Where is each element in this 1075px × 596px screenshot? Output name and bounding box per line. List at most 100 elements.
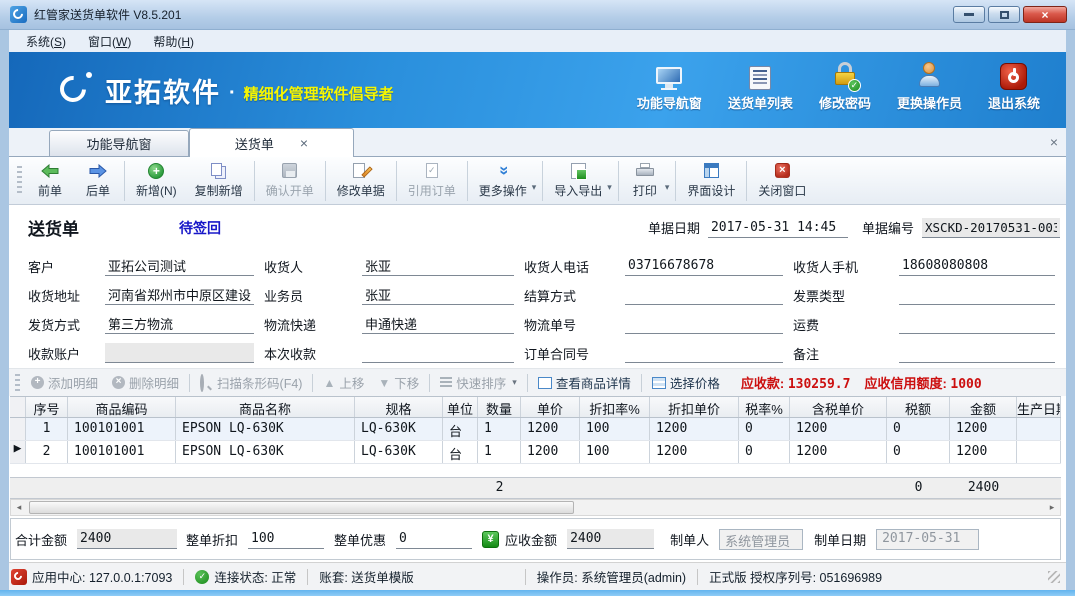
- tracking-no-field[interactable]: [625, 314, 783, 334]
- sort-icon: [440, 377, 452, 389]
- document-title: 送货单: [28, 215, 79, 240]
- import-export-button[interactable]: 导入导出: [545, 159, 611, 202]
- contract-no-field[interactable]: [625, 343, 783, 363]
- col-header[interactable]: 税额: [887, 397, 950, 417]
- view-product-detail-button[interactable]: 查看商品详情: [531, 373, 638, 392]
- salesman-field[interactable]: [362, 285, 514, 305]
- magnifier-icon: [200, 376, 213, 389]
- arrow-right-icon: [89, 162, 107, 179]
- nav-switch-operator[interactable]: 更换操作员: [897, 60, 962, 112]
- invoice-type-field[interactable]: [899, 285, 1055, 305]
- col-header[interactable]: 商品名称: [176, 397, 355, 417]
- nav-change-password[interactable]: ✓ 修改密码: [819, 60, 871, 112]
- receiving-account-field: [105, 343, 254, 363]
- ui-design-button[interactable]: 界面设计: [678, 159, 744, 202]
- doc-no-field: [922, 218, 1060, 238]
- col-header[interactable]: 单价: [521, 397, 580, 417]
- consignee-mobile-field[interactable]: [899, 256, 1055, 276]
- col-header[interactable]: 生产日期: [1017, 397, 1061, 417]
- close-window-button[interactable]: × 关闭窗口: [749, 159, 815, 202]
- items-table: 序号 商品编码 商品名称 规格 单位 数量 单价 折扣率% 折扣单价 税率% 含…: [10, 396, 1061, 499]
- print-caret-icon[interactable]: ▾: [665, 182, 670, 193]
- save-icon: [282, 162, 297, 179]
- consignee-field[interactable]: [362, 256, 514, 276]
- add-new-button[interactable]: + 新增(N): [127, 159, 186, 202]
- consignee-phone-field[interactable]: [625, 256, 783, 276]
- col-header[interactable]: 数量: [478, 397, 521, 417]
- window-title: 红管家送货单软件 V8.5.201: [34, 6, 181, 23]
- move-down-button: ▼ 下移: [371, 373, 426, 392]
- app-logo-icon: [10, 6, 27, 23]
- remark-field[interactable]: [899, 343, 1055, 363]
- freight-field[interactable]: [899, 314, 1055, 334]
- order-form: 客户 收货人 收货人电话 收货人手机 收货地址 业务员 结算方式 发票类型 发货…: [9, 250, 1066, 368]
- menu-bar: 系统(S) 窗口(W) 帮助(H): [9, 30, 1066, 52]
- connection-status: 连接状态: 正常: [214, 567, 296, 586]
- col-header[interactable]: 单位: [443, 397, 478, 417]
- prev-order-button[interactable]: 前单: [26, 159, 74, 202]
- minimize-button[interactable]: [953, 6, 985, 23]
- menu-window[interactable]: 窗口(W): [79, 31, 140, 52]
- scroll-left-icon[interactable]: ◂: [11, 500, 27, 515]
- col-header[interactable]: 规格: [355, 397, 443, 417]
- move-up-button: ▲ 上移: [316, 373, 371, 392]
- table-summary-row: 2 0 2400: [10, 477, 1061, 499]
- more-actions-caret-icon[interactable]: ▾: [532, 182, 537, 193]
- horizontal-scrollbar[interactable]: ◂ ▸: [10, 499, 1061, 516]
- col-header[interactable]: 商品编码: [68, 397, 176, 417]
- brand-dot: ·: [229, 82, 236, 105]
- order-promo-field[interactable]: [396, 529, 472, 549]
- print-button[interactable]: 打印: [621, 159, 669, 202]
- resize-grip-icon[interactable]: [1048, 571, 1060, 583]
- scrollbar-thumb[interactable]: [29, 501, 574, 514]
- logistics-express-field[interactable]: [362, 314, 514, 334]
- modify-order-button[interactable]: 修改单据: [328, 159, 394, 202]
- field-label: 客户: [28, 257, 105, 276]
- col-header[interactable]: 税率%: [739, 397, 790, 417]
- col-header[interactable]: 序号: [26, 397, 68, 417]
- delivery-address-field[interactable]: [105, 285, 254, 305]
- scroll-right-icon[interactable]: ▸: [1044, 500, 1060, 515]
- settlement-field[interactable]: [625, 285, 783, 305]
- current-row-marker-icon: ▶: [10, 441, 26, 463]
- payment-now-field[interactable]: [362, 343, 514, 363]
- copy-icon: [211, 162, 227, 179]
- next-order-button[interactable]: 后单: [74, 159, 122, 202]
- table-row[interactable]: 1 100101001 EPSON LQ-630K LQ-630K 台 1 12…: [10, 418, 1061, 441]
- status-badge: 待签回: [179, 218, 221, 238]
- summary-amount: 2400: [950, 478, 1017, 498]
- import-export-caret-icon[interactable]: ▾: [607, 182, 612, 193]
- more-actions-button[interactable]: « 更多操作: [470, 159, 536, 202]
- app-center-status: 应用中心: 127.0.0.1:7093: [32, 567, 172, 586]
- nav-delivery-list[interactable]: 送货单列表: [728, 60, 793, 112]
- nav-exit-system[interactable]: 退出系统: [988, 60, 1040, 112]
- order-discount-field[interactable]: [248, 529, 324, 549]
- red-close-icon: ×: [775, 162, 790, 179]
- arrow-left-icon: [41, 162, 59, 179]
- menu-help[interactable]: 帮助(H): [144, 31, 203, 52]
- tab-delivery-order[interactable]: 送货单 ×: [189, 128, 354, 157]
- select-price-button[interactable]: 选择价格: [645, 373, 727, 392]
- tab-function-panel[interactable]: 功能导航窗: [49, 130, 189, 156]
- totals-panel: 合计金额 整单折扣 整单优惠 ¥ 应收金额 制单人 系统管理员 制单日期 201…: [10, 518, 1061, 560]
- col-header[interactable]: 折扣单价: [650, 397, 739, 417]
- nav-function-panel[interactable]: 功能导航窗: [637, 60, 702, 112]
- copy-new-button[interactable]: 复制新增: [186, 159, 252, 202]
- close-button[interactable]: ×: [1023, 6, 1067, 23]
- table-row[interactable]: ▶ 2 100101001 EPSON LQ-630K LQ-630K 台 1 …: [10, 441, 1061, 464]
- document-area: 送货单 待签回 单据日期 单据编号 客户 收货人 收货人电话 收货人手机 收货地: [9, 205, 1066, 562]
- menu-system[interactable]: 系统(S): [17, 31, 75, 52]
- summary-qty: 2: [478, 478, 521, 498]
- doc-date-field[interactable]: [708, 218, 848, 238]
- tab-close-icon[interactable]: ×: [300, 136, 308, 150]
- application-window: 红管家送货单软件 V8.5.201 × 系统(S) 窗口(W) 帮助(H) 亚拓…: [0, 0, 1075, 596]
- customer-field[interactable]: [105, 256, 254, 276]
- tab-strip: 功能导航窗 送货单 × ×: [9, 128, 1066, 157]
- maximize-button[interactable]: [988, 6, 1020, 23]
- ship-method-field[interactable]: [105, 314, 254, 334]
- col-header[interactable]: 折扣率%: [580, 397, 650, 417]
- printer-icon: [636, 162, 654, 179]
- col-header[interactable]: 含税单价: [790, 397, 887, 417]
- col-header[interactable]: 金额: [950, 397, 1017, 417]
- strip-close-icon[interactable]: ×: [1050, 134, 1058, 150]
